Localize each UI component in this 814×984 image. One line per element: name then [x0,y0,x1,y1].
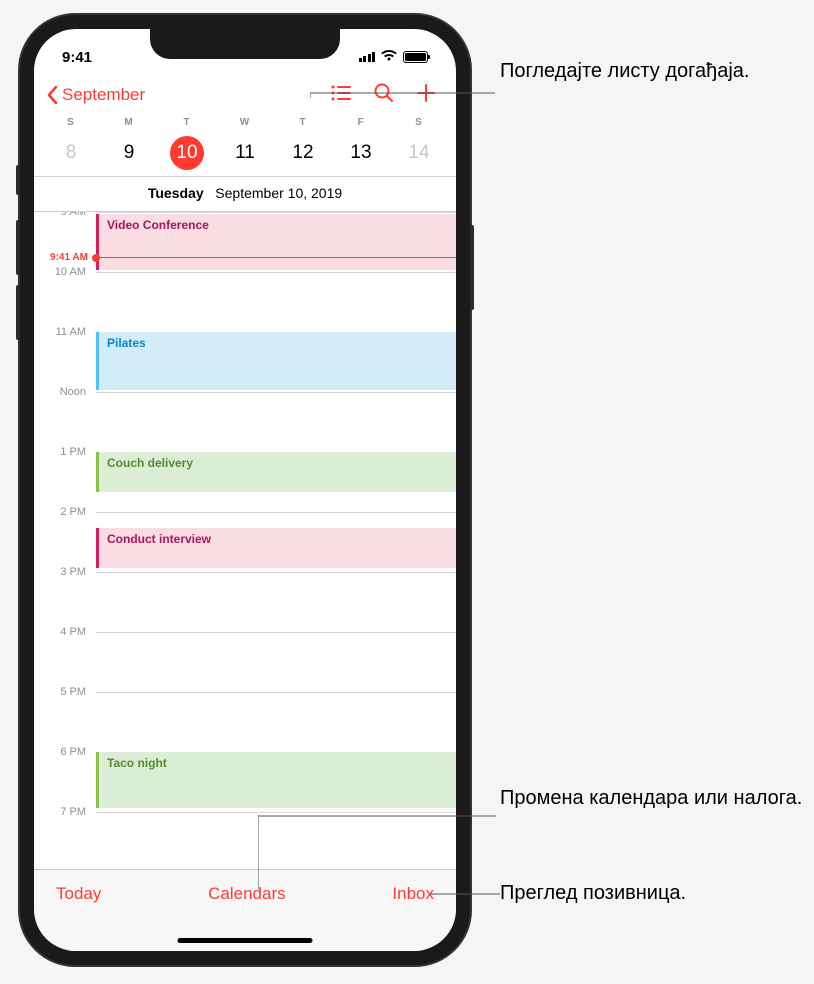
date-weekday: Tuesday [148,185,204,201]
hour-label: 4 PM [34,626,96,638]
home-indicator[interactable] [178,938,313,943]
day-number: 9 [100,136,158,170]
volume-down [16,285,20,340]
hour-label: 9 AM [34,212,96,218]
callout-calendars: Промена календара или налога. [500,785,802,811]
callout-line [258,815,500,895]
hour-line [96,512,456,513]
day-letter: T [158,117,216,128]
hour-label: 7 PM [34,806,96,818]
cellular-icon [359,52,376,62]
now-rule [100,257,456,258]
callout-inbox: Преглед позивница. [500,880,686,906]
day-letter: W [216,117,274,128]
day-letter: T [274,117,332,128]
day-column[interactable]: W 11 [216,117,274,170]
hour-line [96,812,456,813]
back-button[interactable]: September [46,85,145,105]
hour-row: 10 AM [34,272,456,284]
day-column[interactable]: M9 [100,117,158,170]
screen: 9:41 September [34,29,456,951]
hour-row: 5 PM [34,692,456,704]
hour-line [96,272,456,273]
day-column[interactable]: S 14 [390,117,448,170]
day-column[interactable]: S8 [42,117,100,170]
hour-label: 2 PM [34,506,96,518]
day-letter: S [42,117,100,128]
hour-label: 6 PM [34,746,96,758]
wifi-icon [381,49,397,66]
hour-line [96,392,456,393]
day-letter: F [332,117,390,128]
event-block[interactable]: Couch delivery [96,452,456,492]
hour-label: 1 PM [34,446,96,458]
status-time: 9:41 [62,49,92,66]
day-letter: S [390,117,448,128]
day-column[interactable]: F 13 [332,117,390,170]
hour-line [96,632,456,633]
hour-label: 3 PM [34,566,96,578]
hour-label: 11 AM [34,326,96,338]
event-block[interactable]: Pilates [96,332,456,390]
battery-icon [403,51,428,63]
mute-switch [16,165,20,195]
hour-line [96,212,456,213]
now-dot [92,254,100,262]
callout-line [430,893,500,895]
callout-list: Погледајте листу догађаја. [500,58,749,84]
now-time-label: 9:41 AM [34,252,92,263]
day-number: 13 [332,136,390,170]
hour-row: Noon [34,392,456,404]
hour-label: 5 PM [34,686,96,698]
date-full: September 10, 2019 [215,185,342,201]
today-button[interactable]: Today [56,884,101,904]
day-number: 12 [274,136,332,170]
callout-line [310,78,500,98]
chevron-left-icon [46,85,58,105]
hour-label: 10 AM [34,266,96,278]
day-view[interactable]: 9 AM 10 AM 11 AM Noon 1 PM 2 PM 3 PM 4 PM 5 PM 6 … [34,212,456,832]
event-block[interactable]: Taco night [96,752,456,808]
day-number: 8 [42,136,100,170]
hour-line [96,572,456,573]
day-number: 10 [170,136,204,170]
date-label: Tuesday September 10, 2019 [34,177,456,212]
hour-label: Noon [34,386,96,398]
day-column[interactable]: T 12 [274,117,332,170]
side-button [470,225,474,310]
status-indicators [359,49,429,66]
notch [150,29,340,59]
hour-line [96,692,456,693]
back-label: September [62,85,145,105]
now-indicator: 9:41 AM [34,252,456,263]
hour-row: 2 PM [34,512,456,524]
day-number: 11 [216,136,274,170]
day-number: 14 [390,136,448,170]
hour-row: 4 PM [34,632,456,644]
hour-row: 3 PM [34,572,456,584]
week-header: S8M9T10W11T12F13S14 [34,117,456,177]
event-block[interactable]: Conduct interview [96,528,456,568]
day-letter: M [100,117,158,128]
day-column[interactable]: T 10 [158,117,216,170]
volume-up [16,220,20,275]
